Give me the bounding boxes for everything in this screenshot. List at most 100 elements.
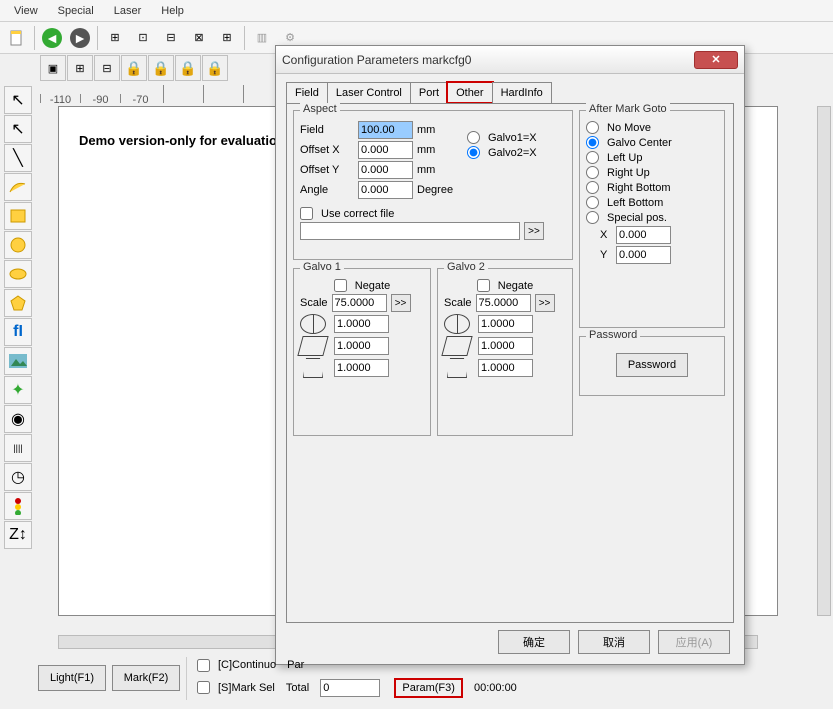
group-icon[interactable]: ⊞ <box>67 55 93 81</box>
lock1-icon[interactable]: 🔒 <box>121 55 147 81</box>
z-tool-icon[interactable]: Z↕ <box>4 521 32 549</box>
g2-v2-input[interactable] <box>478 337 533 355</box>
timer-tool-icon[interactable]: ◷ <box>4 463 32 491</box>
total-input[interactable] <box>320 679 380 697</box>
menu-help[interactable]: Help <box>151 3 194 19</box>
galvo2x-radio[interactable] <box>467 146 480 159</box>
node-tool-icon[interactable]: ↖ <box>4 115 32 143</box>
light-tool-icon[interactable] <box>4 492 32 520</box>
pointer-tool-icon[interactable]: ↖ <box>4 86 32 114</box>
goto-center-radio[interactable] <box>586 136 599 149</box>
dialog-title: Configuration Parameters markcfg0 <box>282 53 694 67</box>
barcode-tool-icon[interactable]: |||| <box>4 434 32 462</box>
curve-tool-icon[interactable] <box>4 173 32 201</box>
goto-ru-radio[interactable] <box>586 166 599 179</box>
tab-laser-control[interactable]: Laser Control <box>327 82 411 103</box>
password-legend: Password <box>586 329 640 341</box>
ellipse-tool-icon[interactable] <box>4 260 32 288</box>
apply-button[interactable]: 应用(A) <box>658 630 730 654</box>
rect-tool-icon[interactable] <box>4 202 32 230</box>
bars-icon[interactable]: ▥ <box>249 25 275 51</box>
angle-input[interactable] <box>358 181 413 199</box>
field-input[interactable] <box>358 121 413 139</box>
param-button[interactable]: Param(F3) <box>394 678 463 698</box>
align-5-icon[interactable]: ⊞ <box>214 25 240 51</box>
menubar: View Special Laser Help <box>0 0 833 22</box>
tab-hardinfo[interactable]: HardInfo <box>492 82 552 103</box>
goto-nomove-radio[interactable] <box>586 121 599 134</box>
select-mode-icon[interactable]: ▣ <box>40 55 66 81</box>
back-button[interactable]: ◄ <box>39 25 65 51</box>
close-button[interactable]: ✕ <box>694 51 738 69</box>
g1-trap-icon <box>300 358 326 378</box>
menu-special[interactable]: Special <box>48 3 104 19</box>
watermark-text: Demo version-only for evaluation <box>79 133 285 148</box>
line-tool-icon[interactable]: ╲ <box>4 144 32 172</box>
g2-scale-next-button[interactable]: >> <box>535 294 555 312</box>
goto-group: After Mark Goto No Move Galvo Center Lef… <box>579 110 725 328</box>
galvo1x-radio[interactable] <box>467 131 480 144</box>
g2-scale-input[interactable] <box>476 294 531 312</box>
bottom-bar: Light(F1) Mark(F2) [C]Continuo Par [S]Ma… <box>38 655 825 701</box>
cancel-button[interactable]: 取消 <box>578 630 650 654</box>
g1-para-icon <box>300 336 326 356</box>
g2-circ-icon <box>444 314 470 334</box>
goto-lb-radio[interactable] <box>586 196 599 209</box>
marksel-checkbox[interactable] <box>197 681 210 694</box>
offsety-input[interactable] <box>358 161 413 179</box>
g1-circ-icon <box>300 314 326 334</box>
aspect-legend: Aspect <box>300 103 340 115</box>
image-tool-icon[interactable] <box>4 347 32 375</box>
polygon-tool-icon[interactable] <box>4 289 32 317</box>
correct-file-checkbox[interactable] <box>300 207 313 220</box>
text-tool-icon[interactable]: fI <box>4 318 32 346</box>
spiral-tool-icon[interactable]: ◉ <box>4 405 32 433</box>
password-button[interactable]: Password <box>616 353 688 377</box>
vertical-scrollbar[interactable] <box>817 106 831 616</box>
g1-negate-checkbox[interactable] <box>334 279 347 292</box>
g2-v3-input[interactable] <box>478 359 533 377</box>
goto-rb-radio[interactable] <box>586 181 599 194</box>
mark-button[interactable]: Mark(F2) <box>112 665 180 691</box>
correct-file-input[interactable] <box>300 222 520 240</box>
goto-x-input[interactable] <box>616 226 671 244</box>
lock2-icon[interactable]: 🔒 <box>148 55 174 81</box>
align-3-icon[interactable]: ⊟ <box>158 25 184 51</box>
align-2-icon[interactable]: ⊡ <box>130 25 156 51</box>
doc-icon[interactable] <box>4 25 30 51</box>
galvo2-legend: Galvo 2 <box>444 261 488 273</box>
tab-other[interactable]: Other <box>447 82 493 103</box>
g2-para-icon <box>444 336 470 356</box>
lock3-icon[interactable]: 🔒 <box>175 55 201 81</box>
offsetx-input[interactable] <box>358 141 413 159</box>
correct-file-browse-button[interactable]: >> <box>524 222 544 240</box>
align-4-icon[interactable]: ⊠ <box>186 25 212 51</box>
menu-view[interactable]: View <box>4 3 48 19</box>
g1-scale-input[interactable] <box>332 294 387 312</box>
forward-button[interactable]: ► <box>67 25 93 51</box>
ok-button[interactable]: 确定 <box>498 630 570 654</box>
g1-scale-next-button[interactable]: >> <box>391 294 411 312</box>
tab-field[interactable]: Field <box>286 82 328 103</box>
g2-v1-input[interactable] <box>478 315 533 333</box>
menu-laser[interactable]: Laser <box>104 3 152 19</box>
ungroup-icon[interactable]: ⊟ <box>94 55 120 81</box>
lock4-icon[interactable]: 🔒 <box>202 55 228 81</box>
tab-port[interactable]: Port <box>410 82 448 103</box>
tab-body: Aspect Fieldmm Offset Xmm Offset Ymm Ang… <box>286 103 734 623</box>
align-1-icon[interactable]: ⊞ <box>102 25 128 51</box>
dialog-tabs: Field Laser Control Port Other HardInfo <box>286 82 734 103</box>
g2-negate-checkbox[interactable] <box>477 279 490 292</box>
light-button[interactable]: Light(F1) <box>38 665 106 691</box>
goto-y-input[interactable] <box>616 246 671 264</box>
goto-lu-radio[interactable] <box>586 151 599 164</box>
goto-sp-radio[interactable] <box>586 211 599 224</box>
hatch-tool-icon[interactable]: ✦ <box>4 376 32 404</box>
continuo-checkbox[interactable] <box>197 659 210 672</box>
password-group: Password Password <box>579 336 725 396</box>
g1-v3-input[interactable] <box>334 359 389 377</box>
dialog-titlebar[interactable]: Configuration Parameters markcfg0 ✕ <box>276 46 744 74</box>
g1-v1-input[interactable] <box>334 315 389 333</box>
g1-v2-input[interactable] <box>334 337 389 355</box>
circle-tool-icon[interactable] <box>4 231 32 259</box>
